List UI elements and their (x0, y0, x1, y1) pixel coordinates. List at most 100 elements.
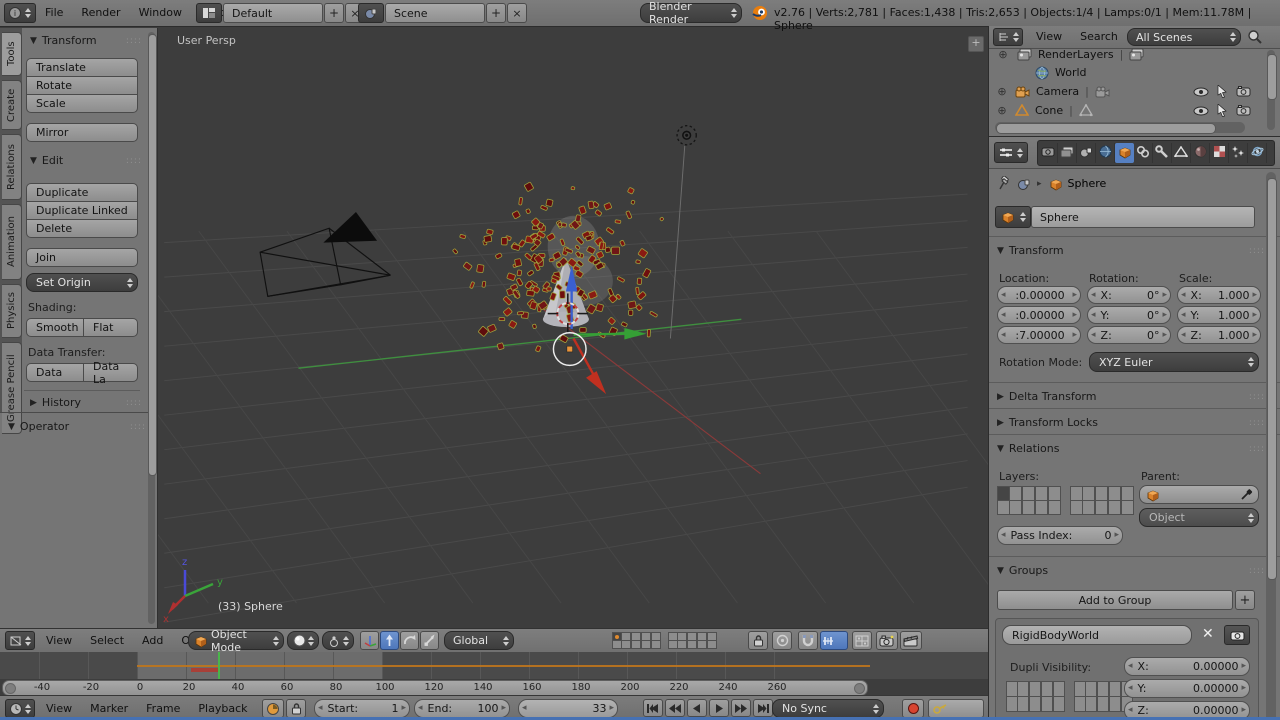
area-corner-grip[interactable]: + (968, 36, 984, 52)
scale-y-field[interactable]: ◂ Y: 1.000 ▸ (1177, 306, 1261, 324)
editor-type-button-properties[interactable] (994, 142, 1028, 163)
rotation-y-field[interactable]: ◂ Y: 0° ▸ (1087, 306, 1171, 324)
layer-cell[interactable] (1009, 500, 1022, 515)
layer-cell[interactable] (707, 640, 717, 649)
set-origin-dropdown[interactable]: Set Origin (26, 273, 138, 292)
dupli-layers-grid-1[interactable] (1006, 681, 1066, 712)
topbar-menu-file[interactable]: File (36, 6, 72, 19)
render-engine-dropdown[interactable]: Blender Render (640, 0, 742, 26)
parent-field[interactable] (1139, 485, 1259, 504)
rotation-mode-dropdown[interactable]: XYZ Euler (1089, 352, 1259, 372)
pin-icon[interactable] (997, 176, 1011, 191)
current-frame-line[interactable] (217, 652, 220, 679)
shelf-tab-create[interactable]: Create (2, 80, 22, 130)
add-layout-button[interactable]: + (324, 3, 344, 23)
panel-header-delta-transform[interactable]: ▶ Delta Transform:::: (997, 390, 1265, 403)
parent-type-dropdown[interactable]: Object (1139, 508, 1259, 527)
render-border-button[interactable] (852, 631, 872, 650)
layer-cell[interactable] (1109, 696, 1121, 712)
next-keyframe-button[interactable] (731, 699, 751, 717)
layer-cell[interactable] (1109, 681, 1121, 697)
renderable-camera-icon[interactable] (1236, 86, 1251, 97)
layer-cell[interactable] (1009, 486, 1022, 501)
dupli-x-field[interactable]: ◂ X: 0.00000 ▸ (1124, 657, 1250, 676)
rotate-button[interactable]: Rotate (26, 76, 138, 95)
timeline-menu-marker[interactable]: Marker (81, 702, 137, 715)
mode-dropdown[interactable]: Object Mode (188, 628, 284, 654)
jump-to-start-button[interactable] (643, 699, 663, 717)
manipulator-rotate-button[interactable] (400, 631, 419, 650)
add-to-group-button[interactable]: Add to Group (997, 590, 1233, 610)
layer-cell[interactable] (1022, 500, 1035, 515)
layer-cell[interactable] (651, 640, 661, 649)
eye-icon[interactable] (1193, 106, 1209, 116)
topbar-menu-window[interactable]: Window (130, 6, 191, 19)
layer-cell[interactable] (1053, 681, 1065, 697)
layer-cell[interactable] (1108, 500, 1121, 515)
layer-cell[interactable] (687, 640, 697, 649)
layer-cell[interactable] (1121, 500, 1134, 515)
snap-element-dropdown[interactable] (820, 631, 848, 650)
layer-cell[interactable] (1035, 500, 1048, 515)
lock-to-scene-button[interactable] (748, 631, 768, 650)
properties-scrollbar[interactable] (1266, 172, 1277, 720)
outliner-menu-view[interactable]: View (1027, 30, 1071, 43)
editor-type-button-timeline[interactable] (5, 699, 35, 718)
editor-type-button-info[interactable]: i (4, 3, 36, 23)
outliner-h-scrollbar[interactable] (995, 122, 1245, 134)
time-playback-options-button[interactable] (262, 699, 284, 718)
proportional-edit-button[interactable] (772, 631, 792, 650)
layer-cell[interactable] (1017, 696, 1029, 712)
outliner-row-renderlayers[interactable]: ⊕ RenderLayers | (989, 45, 1251, 64)
layer-cell[interactable] (641, 640, 651, 649)
layer-cell[interactable] (1029, 696, 1041, 712)
panel-header-operator[interactable]: ▼ Operator:::: (8, 420, 146, 433)
panel-header-relations[interactable]: ▼ Relations:::: (997, 442, 1265, 455)
close-scene-button[interactable]: × (507, 3, 527, 23)
opengl-render-anim-button[interactable] (900, 631, 922, 650)
screen-layout-icon-button[interactable] (196, 3, 222, 23)
layer-cell[interactable] (1017, 681, 1029, 697)
panel-header-transform-props[interactable]: ▼ Transform:::: (997, 244, 1265, 257)
snap-toggle-button[interactable] (798, 631, 818, 650)
shelf-tab-relations[interactable]: Relations (2, 134, 22, 200)
scale-button[interactable]: Scale (26, 94, 138, 113)
scene-field[interactable]: Scene (385, 3, 485, 23)
layer-cell[interactable] (1022, 486, 1035, 501)
layer-cell[interactable] (1029, 681, 1041, 697)
timeline-scrollbar-left-dot[interactable] (5, 683, 16, 694)
layer-cell[interactable] (1082, 500, 1095, 515)
shade-flat-button[interactable]: Flat (83, 318, 138, 337)
outliner-menu-search[interactable]: Search (1071, 30, 1127, 43)
shade-smooth-button[interactable]: Smooth (26, 318, 84, 337)
duplicate-button[interactable]: Duplicate (26, 183, 138, 202)
layer-cell[interactable] (1085, 696, 1097, 712)
properties-tab-texture[interactable] (1210, 143, 1229, 163)
scale-z-field[interactable]: ◂ Z: 1.000 ▸ (1177, 326, 1261, 344)
layer-cell[interactable] (1041, 681, 1053, 697)
av-sync-dropdown[interactable]: No Sync (772, 699, 884, 718)
keying-set-field[interactable] (928, 699, 984, 718)
properties-tab-scene[interactable] (1077, 143, 1096, 163)
panel-header-groups[interactable]: ▼ Groups:::: (997, 564, 1265, 577)
properties-tab-object[interactable] (1115, 143, 1134, 163)
remove-group-button[interactable]: ✕ (1202, 626, 1214, 642)
renderable-camera-icon[interactable] (1236, 105, 1251, 116)
panel-header-edit[interactable]: ▼ Edit:::: (30, 154, 142, 167)
properties-tab-render[interactable] (1039, 143, 1058, 163)
panel-header-transform-locks[interactable]: ▶ Transform Locks:::: (997, 416, 1265, 429)
new-group-button[interactable]: + (1235, 590, 1255, 610)
frame-end-field[interactable]: ◂ End: 100 ▸ (414, 699, 510, 718)
properties-tab-physics[interactable] (1248, 143, 1267, 163)
play-reverse-button[interactable] (687, 699, 707, 717)
outliner-row-world[interactable]: World (989, 63, 1251, 82)
timeline-menu-view[interactable]: View (37, 702, 81, 715)
mirror-button[interactable]: Mirror (26, 123, 138, 142)
data-button[interactable]: Data (26, 363, 84, 382)
layer-cell[interactable] (1121, 486, 1134, 501)
properties-tab-world[interactable] (1096, 143, 1115, 163)
eye-icon[interactable] (1193, 87, 1209, 97)
layer-cell[interactable] (1095, 500, 1108, 515)
pivot-center-dropdown[interactable] (322, 631, 354, 650)
screen-layout-field[interactable]: Default (223, 3, 323, 23)
